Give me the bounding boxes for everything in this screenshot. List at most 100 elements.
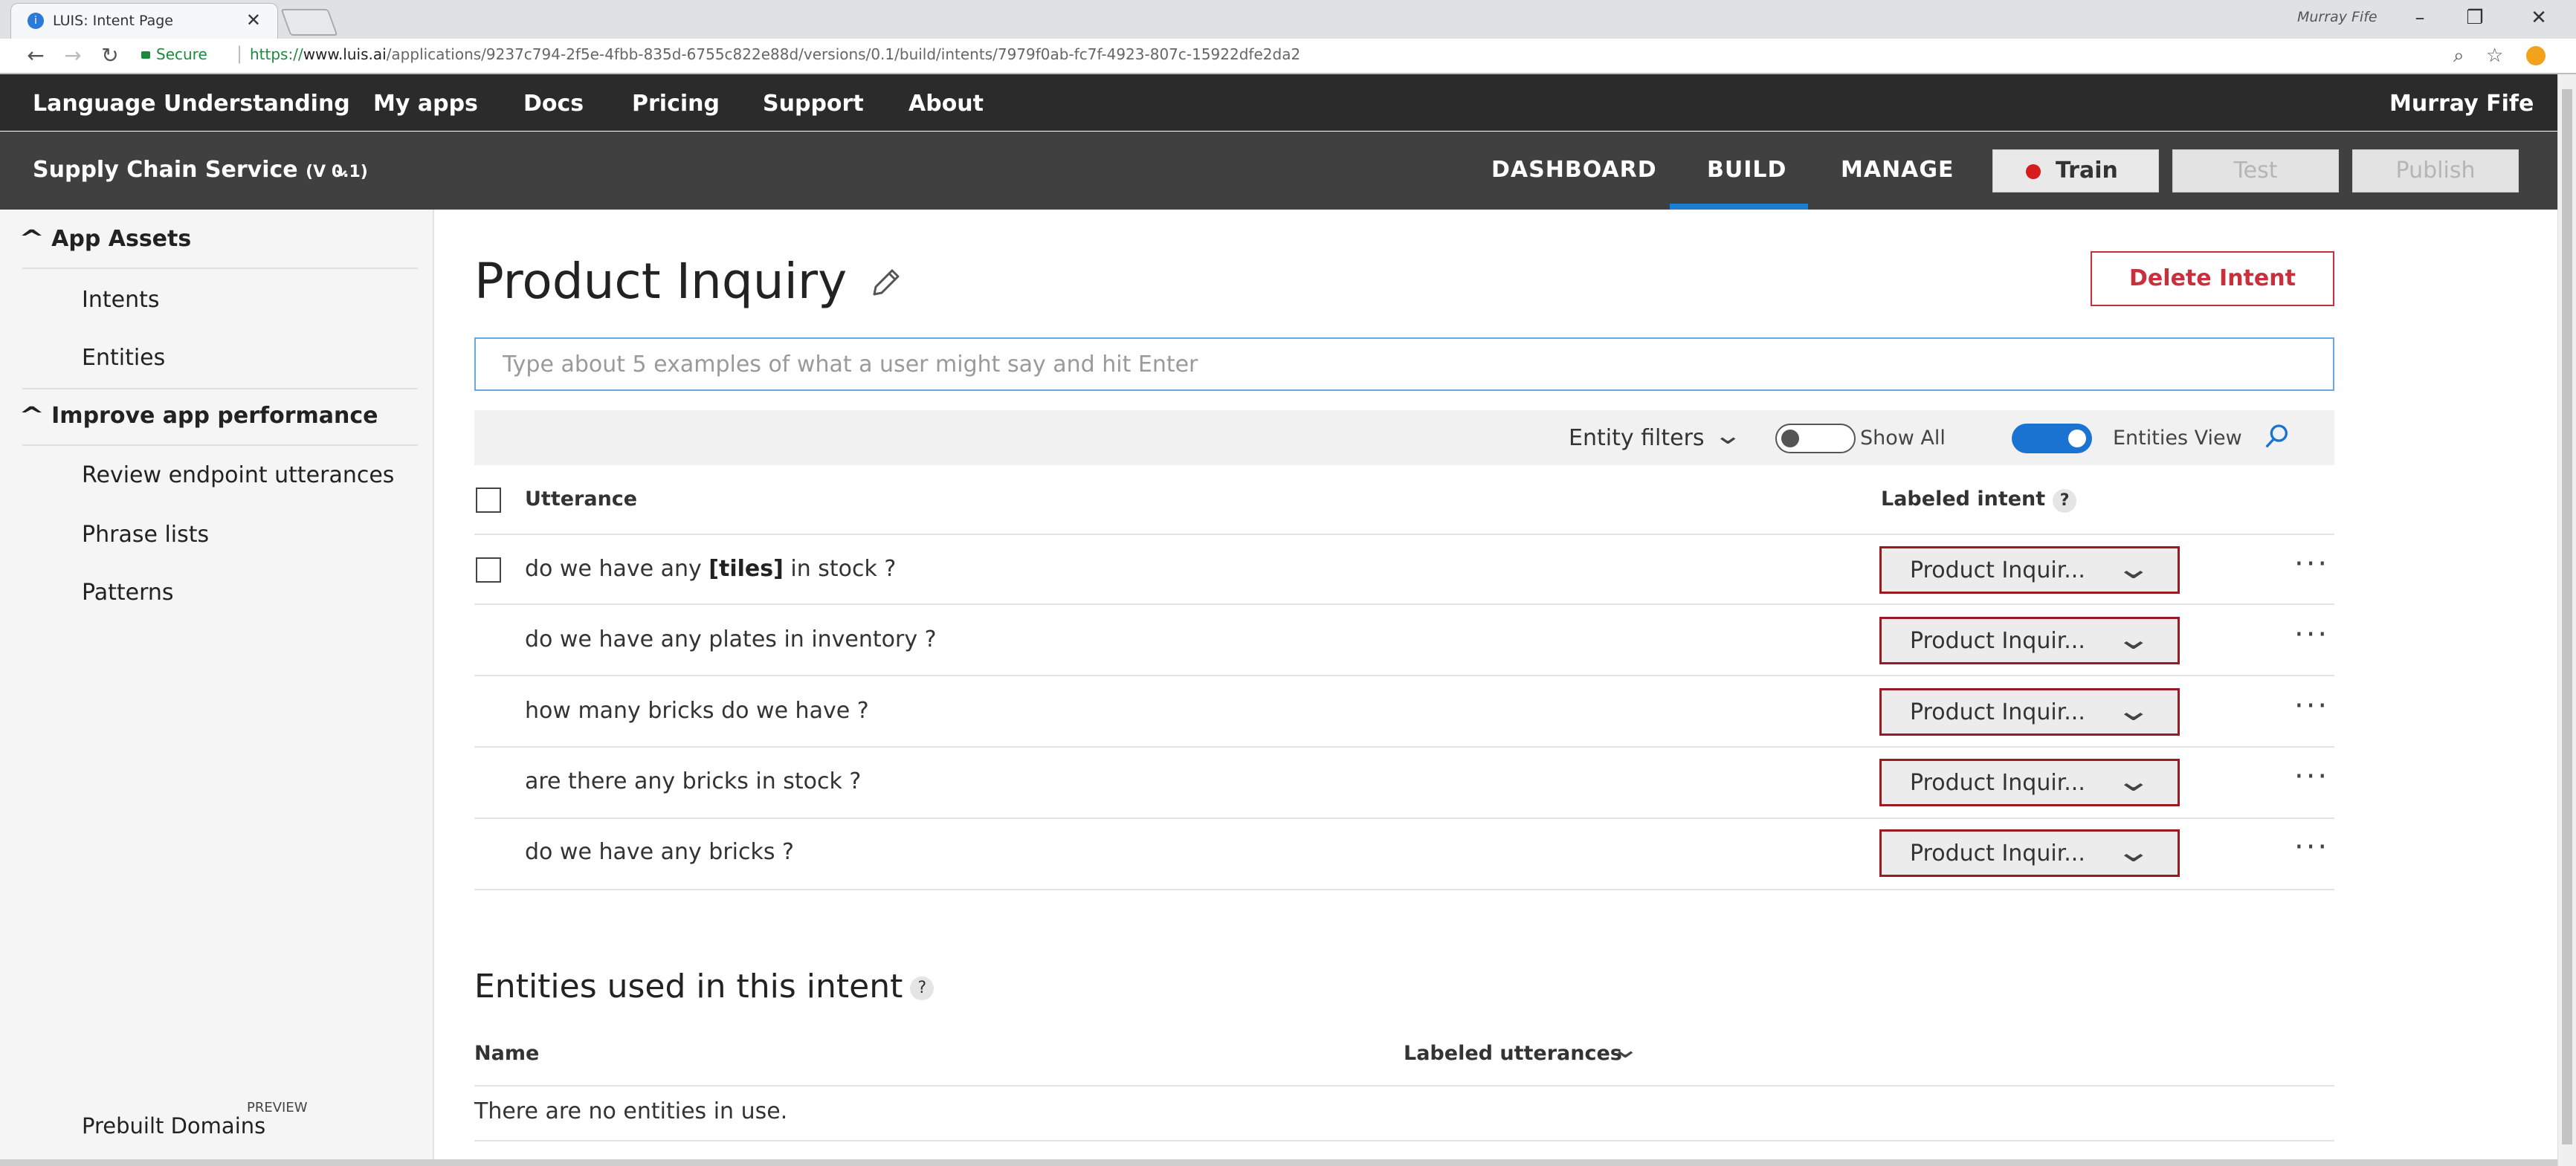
column-header-name[interactable]: Name (474, 1042, 539, 1065)
secure-label: Secure (156, 45, 207, 63)
nav-my-apps[interactable]: My apps (373, 91, 478, 117)
lock-icon (141, 51, 150, 59)
nav-docs[interactable]: Docs (523, 91, 584, 117)
row-divider (474, 603, 2334, 605)
chevron-down-icon[interactable]: ⌄ (1610, 1034, 1640, 1064)
sidebar-item-entities[interactable]: Entities (82, 345, 165, 371)
new-tab-button[interactable] (280, 9, 338, 36)
reload-icon[interactable]: ↻ (95, 42, 125, 70)
row-divider (474, 534, 2334, 535)
train-button[interactable]: Train (1992, 149, 2159, 192)
browser-tab-title: LUIS: Intent Page (53, 13, 173, 29)
row-divider (474, 817, 2334, 819)
active-tab-indicator (1670, 204, 1808, 210)
select-all-checkbox[interactable] (476, 488, 501, 513)
browser-tabstrip: i LUIS: Intent Page ✕ Murray Fife – ❐ ✕ (0, 0, 2576, 39)
labeled-intent-dropdown[interactable]: Product Inquir... ⌄ (1879, 829, 2180, 877)
url-path: /applications/9237c794-2f5e-4fbb-835d-67… (386, 45, 1301, 63)
more-options-icon[interactable]: ··· (2294, 759, 2329, 794)
nav-about[interactable]: About (908, 91, 984, 117)
untrained-dot-icon (2026, 164, 2041, 179)
sidebar-section-improve[interactable]: ^ Improve app performance (19, 403, 378, 429)
entities-section-title: Entities used in this intent? (474, 968, 934, 1005)
tab-manage[interactable]: MANAGE (1841, 157, 1954, 183)
column-header-labeled-utterances[interactable]: Labeled utterances (1404, 1042, 1622, 1065)
chevron-down-icon: ⌄ (2114, 693, 2152, 728)
divider (22, 444, 418, 446)
help-icon[interactable]: ? (910, 976, 934, 1000)
publish-button[interactable]: Publish (2352, 149, 2519, 192)
utterance-text[interactable]: do we have any plates in inventory ? (525, 626, 937, 652)
nav-pricing[interactable]: Pricing (632, 91, 720, 117)
utterance-input[interactable] (474, 337, 2334, 391)
chevron-up-icon: ^ (18, 226, 45, 252)
window-user-name: Murray Fife (2297, 9, 2378, 25)
show-all-toggle[interactable] (1775, 424, 1856, 453)
url-separator: | (236, 43, 243, 64)
sidebar-item-review-endpoint[interactable]: Review endpoint utterances (82, 462, 394, 488)
divider (22, 268, 418, 269)
forward-arrow-icon[interactable]: → (58, 42, 88, 70)
utterance-part: do we have any (525, 556, 709, 582)
help-icon[interactable]: ? (2053, 489, 2077, 513)
chevron-down-icon: ⌄ (2114, 764, 2152, 798)
secure-indicator: Secure (141, 45, 207, 63)
tab-close-icon[interactable]: ✕ (246, 10, 261, 30)
browser-tab[interactable]: i LUIS: Intent Page ✕ (10, 3, 278, 39)
entities-view-toggle[interactable] (2012, 424, 2092, 453)
utterance-text[interactable]: do we have any [tiles] in stock ? (525, 556, 896, 582)
test-button[interactable]: Test (2172, 149, 2339, 192)
sidebar-section-app-assets[interactable]: ^ App Assets (18, 226, 191, 252)
page-title: Product Inquiry (474, 253, 848, 310)
sidebar-section-label: Improve app performance (51, 403, 378, 429)
url-field[interactable]: https://www.luis.ai/applications/9237c79… (250, 45, 1300, 63)
app-subnav: Supply Chain Service (V 0.1) ⌄ DASHBOARD… (0, 132, 2557, 210)
scrollbar-thumb[interactable] (2562, 89, 2572, 1144)
labeled-intent-dropdown[interactable]: Product Inquir... ⌄ (1879, 546, 2180, 594)
search-icon[interactable] (2262, 422, 2291, 452)
chevron-down-icon[interactable]: ⌄ (332, 154, 352, 182)
labeled-intent-dropdown[interactable]: Product Inquir... ⌄ (1879, 617, 2180, 664)
window-bottom-edge (0, 1159, 2557, 1166)
app-selector[interactable]: Supply Chain Service (V 0.1) (33, 157, 368, 183)
delete-intent-button[interactable]: Delete Intent (2091, 251, 2334, 306)
back-arrow-icon[interactable]: ← (21, 42, 51, 70)
filter-bar: Entity filters ⌄ Show All Entities View (474, 410, 2334, 465)
sidebar-item-intents[interactable]: Intents (82, 287, 160, 313)
app-name: Supply Chain Service (33, 157, 298, 183)
utterance-text[interactable]: how many bricks do we have ? (525, 698, 869, 724)
sidebar-item-prebuilt-domains[interactable]: Prebuilt Domains (82, 1113, 265, 1139)
column-header-utterance[interactable]: Utterance (525, 488, 637, 511)
window-close-icon[interactable]: ✕ (2513, 3, 2565, 33)
row-checkbox[interactable] (476, 557, 501, 583)
sidebar-item-patterns[interactable]: Patterns (82, 580, 174, 606)
more-options-icon[interactable]: ··· (2294, 689, 2329, 723)
restore-icon[interactable]: ❐ (2449, 3, 2501, 33)
intent-dropdown-label: Product Inquir... (1910, 628, 2085, 654)
labeled-intent-dropdown[interactable]: Product Inquir... ⌄ (1879, 759, 2180, 806)
edit-pencil-icon[interactable] (868, 265, 904, 300)
entity-token[interactable]: [tiles] (708, 556, 784, 582)
more-options-icon[interactable]: ··· (2294, 830, 2329, 864)
more-options-icon[interactable]: ··· (2294, 618, 2329, 652)
chevron-down-icon: ⌄ (2114, 622, 2152, 656)
page-scrollbar[interactable] (2557, 74, 2576, 1166)
zoom-icon[interactable]: ⌕ (2453, 42, 2464, 70)
extension-icon[interactable] (2526, 46, 2546, 65)
top-nav: Language Understanding My apps Docs Pric… (0, 74, 2557, 131)
chevron-down-icon[interactable]: ⌄ (1713, 421, 1743, 450)
bookmark-star-icon[interactable]: ☆ (2486, 42, 2503, 70)
brand-link[interactable]: Language Understanding (33, 91, 350, 117)
utterance-text[interactable]: do we have any bricks ? (525, 839, 794, 865)
nav-support[interactable]: Support (763, 91, 864, 117)
sidebar-item-phrase-lists[interactable]: Phrase lists (82, 522, 209, 548)
utterance-text[interactable]: are there any bricks in stock ? (525, 768, 861, 794)
minimize-icon[interactable]: – (2394, 3, 2446, 33)
labeled-intent-dropdown[interactable]: Product Inquir... ⌄ (1879, 688, 2180, 736)
chevron-down-icon: ⌄ (2114, 551, 2152, 586)
more-options-icon[interactable]: ··· (2294, 547, 2329, 581)
tab-build[interactable]: BUILD (1707, 157, 1786, 183)
user-menu[interactable]: Murray Fife (2389, 91, 2534, 117)
entity-filters-label[interactable]: Entity filters (1569, 425, 1705, 451)
tab-dashboard[interactable]: DASHBOARD (1491, 157, 1657, 183)
